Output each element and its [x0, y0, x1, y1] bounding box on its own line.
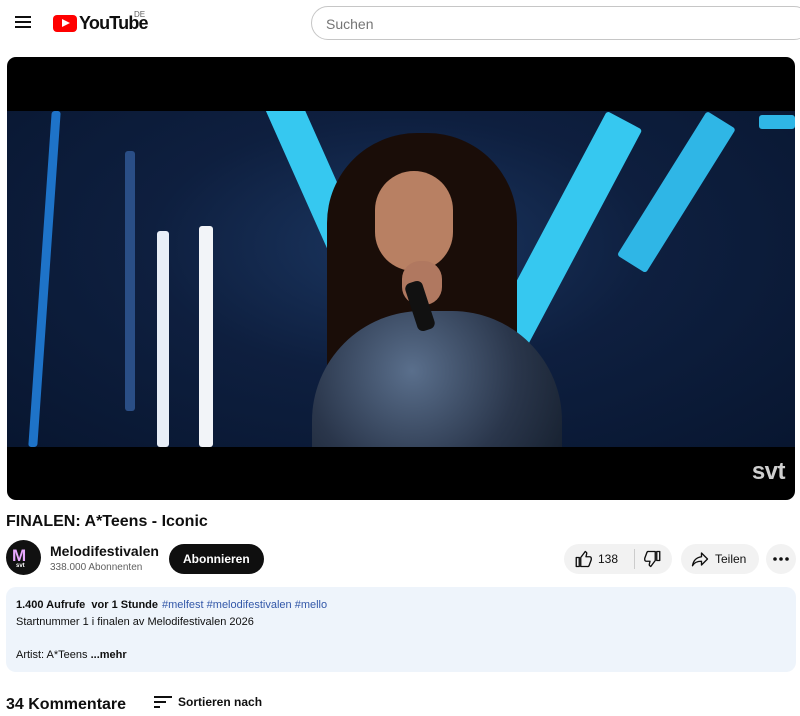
like-count: 138 [598, 552, 619, 566]
description-text: Startnummer 1 i finalen av Melodifestiva… [16, 616, 254, 628]
top-bar: YouTube DE [0, 0, 800, 46]
hamburger-menu-icon[interactable] [12, 11, 34, 33]
sort-icon [154, 696, 172, 708]
video-frame [7, 111, 795, 447]
video-player[interactable]: svt [7, 57, 795, 500]
sort-comments-button[interactable]: Sortieren nach [154, 695, 262, 709]
subscribe-button[interactable]: Abonnieren [169, 544, 264, 574]
search-input[interactable] [324, 15, 768, 33]
share-button[interactable]: Teilen [681, 544, 759, 574]
more-actions-button[interactable] [766, 544, 796, 574]
channel-name[interactable]: Melodifestivalen [50, 543, 159, 559]
light-beam [157, 231, 169, 447]
youtube-play-icon [53, 14, 77, 32]
video-title: FINALEN: A*Teens - Iconic [6, 513, 208, 530]
svt-watermark: svt [751, 458, 786, 485]
share-label: Teilen [715, 552, 747, 566]
description-box[interactable]: 1.400 Aufrufe vor 1 Stunde #melfest #melo… [6, 587, 796, 672]
sort-label: Sortieren nach [178, 695, 263, 709]
thumbs-up-icon [575, 550, 592, 568]
light-beam [125, 151, 135, 411]
subscriber-count: 338.000 Abonnenten [50, 562, 143, 573]
show-more-link[interactable]: ...mehr [91, 649, 127, 661]
thumbs-down-icon [644, 550, 661, 568]
like-dislike-bar: 138 [564, 544, 672, 574]
singer-face [375, 171, 453, 271]
share-arrow-icon [691, 552, 709, 567]
avatar-text: svt [16, 563, 25, 569]
light-beam [28, 111, 61, 447]
description-stats-line: 1.400 Aufrufe vor 1 Stunde #melfest #melo… [16, 599, 327, 611]
search-box[interactable] [311, 6, 800, 40]
description-artist-line: Artist: A*Teens ...mehr [16, 649, 127, 661]
light-beam [759, 115, 795, 129]
light-beam [199, 226, 213, 447]
view-stats: 1.400 Aufrufe vor 1 Stunde [16, 599, 159, 611]
like-button[interactable]: 138 [564, 544, 630, 574]
channel-avatar[interactable]: M svt [6, 540, 41, 575]
more-horizontal-icon [773, 557, 789, 561]
comments-count: 34 Kommentare [6, 696, 127, 713]
dislike-button[interactable] [635, 544, 672, 574]
hashtag-links[interactable]: #melfest #melodifestivalen #mello [162, 599, 327, 611]
description-artist: Artist: A*Teens [16, 649, 88, 661]
region-code: DE [134, 10, 146, 19]
